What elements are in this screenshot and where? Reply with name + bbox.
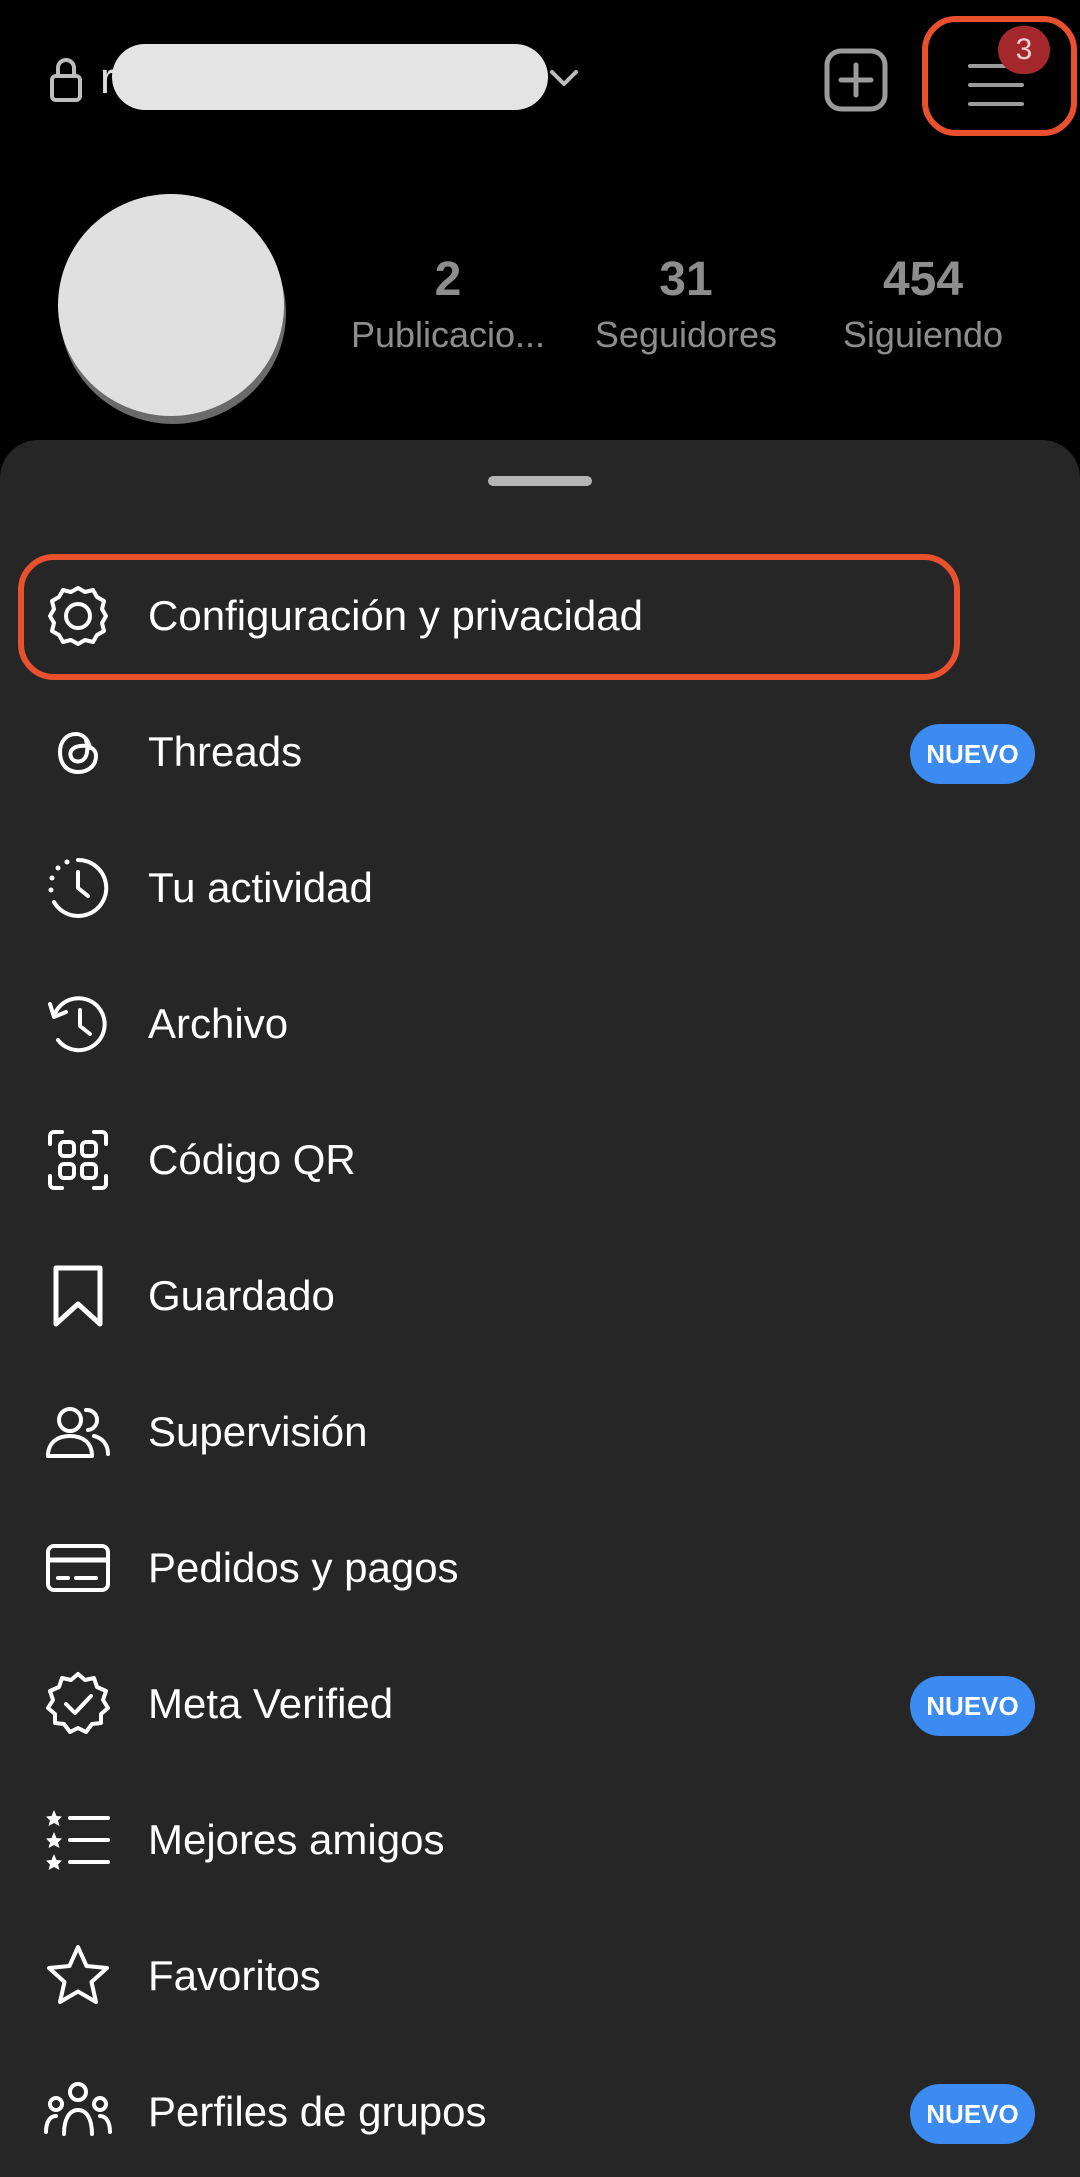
menu-item-label: Mejores amigos	[148, 1816, 445, 1863]
close-friends-list-icon	[46, 1810, 110, 1870]
menu-item-label: Guardado	[148, 1272, 335, 1319]
posts-count: 2	[434, 253, 462, 306]
group-profiles-icon	[44, 2082, 112, 2136]
menu-bottom-sheet: Configuración y privacidad Threads NUEVO…	[0, 440, 1080, 2177]
menu-item-label: Threads	[148, 728, 303, 775]
bookmark-icon	[53, 1265, 103, 1327]
new-badge: NUEVO	[910, 724, 1035, 784]
lock-icon	[50, 58, 82, 102]
menu-item-orders-payments[interactable]: Pedidos y pagos	[0, 1500, 1080, 1636]
notification-badge: 3	[998, 26, 1050, 74]
menu-item-label: Código QR	[148, 1136, 356, 1183]
new-badge: NUEVO	[910, 2084, 1035, 2144]
menu-item-label: Favoritos	[148, 1952, 321, 1999]
menu-item-group-profiles[interactable]: Perfiles de grupos NUEVO	[0, 2044, 1080, 2177]
create-post-button[interactable]	[823, 47, 889, 113]
menu-item-supervision[interactable]: Supervisión	[0, 1364, 1080, 1500]
menu-button[interactable]: 3	[922, 16, 1077, 136]
menu-item-label: Supervisión	[148, 1408, 368, 1455]
followers-count: 31	[659, 253, 713, 306]
top-bar: r 3	[0, 0, 1080, 160]
followers-label: Seguidores	[594, 314, 778, 355]
verified-badge-icon	[46, 1672, 110, 1734]
star-icon	[47, 1945, 109, 2004]
supervision-icon	[46, 1407, 110, 1458]
following-label: Siguiendo	[842, 314, 1004, 355]
menu-item-label: Meta Verified	[148, 1680, 394, 1727]
qr-code-icon	[48, 1130, 108, 1190]
avatar[interactable]	[58, 194, 284, 416]
menu-item-label: Archivo	[148, 1000, 289, 1047]
following-stat[interactable]: 454 Siguiendo	[813, 250, 1033, 360]
sheet-drag-handle[interactable]	[488, 476, 592, 486]
menu-item-qr-code[interactable]: Código QR	[0, 1092, 1080, 1228]
menu-item-close-friends[interactable]: Mejores amigos	[0, 1772, 1080, 1908]
menu-item-archive[interactable]: Archivo	[0, 956, 1080, 1092]
posts-stat[interactable]: 2 Publicacio...	[338, 250, 558, 360]
menu-item-threads[interactable]: Threads NUEVO	[0, 684, 1080, 820]
activity-icon	[48, 857, 109, 918]
menu-item-saved[interactable]: Guardado	[0, 1228, 1080, 1364]
menu-item-meta-verified[interactable]: Meta Verified NUEVO	[0, 1636, 1080, 1772]
archive-icon	[48, 996, 107, 1053]
menu-item-label: Tu actividad	[148, 864, 373, 911]
new-badge: NUEVO	[910, 1676, 1035, 1736]
menu-item-label: Perfiles de grupos	[148, 2088, 487, 2135]
settings-highlight-outline	[18, 554, 960, 680]
followers-stat[interactable]: 31 Seguidores	[576, 250, 796, 360]
profile-screen: r 3 2 Publicacio... 31 Seguidores 454 Si…	[0, 0, 1080, 2177]
threads-icon	[57, 731, 99, 775]
menu-item-activity[interactable]: Tu actividad	[0, 820, 1080, 956]
menu-item-label: Pedidos y pagos	[148, 1544, 459, 1591]
posts-label: Publicacio...	[350, 314, 546, 355]
username-redacted[interactable]	[112, 44, 548, 110]
credit-card-icon	[46, 1544, 110, 1592]
following-count: 454	[882, 253, 964, 306]
chevron-down-icon[interactable]	[548, 64, 580, 92]
menu-item-favorites[interactable]: Favoritos	[0, 1908, 1080, 2044]
